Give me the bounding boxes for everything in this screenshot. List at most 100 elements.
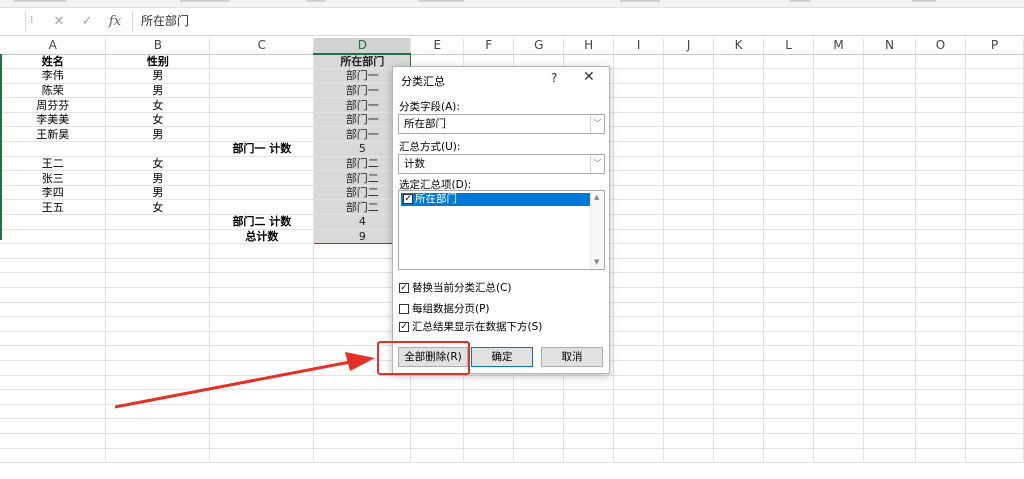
cell-b13[interactable] — [105, 229, 211, 245]
cell-i18[interactable] — [613, 302, 665, 318]
group-by-select[interactable]: 所在部门 ﹀ — [398, 114, 605, 134]
cell-c12[interactable]: 部门二 计数 — [209, 214, 315, 230]
list-item[interactable]: ✓ 所在部门 — [401, 193, 590, 206]
cell-a6[interactable]: 王新昊 — [0, 126, 107, 143]
cell-p7[interactable] — [965, 141, 1024, 157]
cell-o7[interactable] — [915, 141, 966, 157]
cell-m6[interactable] — [813, 126, 865, 143]
cell-b6[interactable]: 男 — [105, 126, 211, 143]
cell-l6[interactable] — [763, 126, 815, 143]
cell-h23[interactable] — [563, 375, 615, 391]
cell-m5[interactable] — [813, 112, 865, 128]
column-header-a[interactable]: A — [0, 38, 107, 55]
cell-n7[interactable] — [863, 141, 916, 157]
cell-b8[interactable]: 女 — [105, 156, 211, 172]
cell-n8[interactable] — [863, 156, 916, 172]
cell-n16[interactable] — [863, 272, 916, 288]
cell-l14[interactable] — [763, 243, 815, 259]
cell-o15[interactable] — [915, 258, 966, 274]
cell-g23[interactable] — [513, 375, 565, 391]
cell-e28[interactable] — [410, 448, 465, 464]
cell-g26[interactable] — [513, 418, 565, 434]
cell-c26[interactable] — [209, 418, 315, 434]
cell-m9[interactable] — [813, 170, 865, 186]
cell-n5[interactable] — [863, 112, 916, 128]
cell-b15[interactable] — [105, 258, 211, 274]
cell-b24[interactable] — [105, 389, 211, 405]
cell-l16[interactable] — [763, 272, 815, 288]
cell-f27[interactable] — [463, 433, 515, 449]
cell-a18[interactable] — [0, 302, 107, 318]
cell-b18[interactable] — [105, 302, 211, 318]
cell-n1[interactable] — [863, 54, 916, 70]
cell-m23[interactable] — [813, 375, 865, 391]
cell-c13[interactable]: 总计数 — [209, 229, 315, 245]
cell-l24[interactable] — [763, 389, 815, 405]
cell-h27[interactable] — [563, 433, 615, 449]
cell-k18[interactable] — [713, 302, 765, 318]
cell-c16[interactable] — [209, 272, 315, 288]
cell-c5[interactable] — [209, 112, 315, 128]
cell-p12[interactable] — [965, 214, 1024, 230]
cell-o3[interactable] — [915, 83, 966, 99]
column-header-k[interactable]: K — [713, 38, 765, 55]
cell-a19[interactable] — [0, 316, 107, 332]
cell-l21[interactable] — [763, 345, 815, 361]
cell-h25[interactable] — [563, 404, 615, 420]
cell-l26[interactable] — [763, 418, 815, 434]
cell-n11[interactable] — [863, 199, 916, 216]
cell-n26[interactable] — [863, 418, 916, 434]
cell-e26[interactable] — [410, 418, 465, 434]
cell-p19[interactable] — [965, 316, 1024, 332]
cell-c1[interactable] — [209, 54, 315, 70]
cell-o9[interactable] — [915, 170, 966, 186]
cell-j12[interactable] — [663, 214, 715, 230]
cell-b21[interactable] — [105, 345, 211, 361]
cell-b19[interactable] — [105, 316, 211, 332]
cell-p22[interactable] — [965, 360, 1024, 376]
cell-a13[interactable] — [0, 229, 107, 245]
cell-k27[interactable] — [713, 433, 765, 449]
cell-i6[interactable] — [613, 126, 665, 143]
cell-j14[interactable] — [663, 243, 715, 259]
cell-g27[interactable] — [513, 433, 565, 449]
cell-a25[interactable] — [0, 404, 107, 420]
cell-j21[interactable] — [663, 345, 715, 361]
cell-b26[interactable] — [105, 418, 211, 434]
cell-j8[interactable] — [663, 156, 715, 172]
cell-l10[interactable] — [763, 185, 815, 201]
cell-p21[interactable] — [965, 345, 1024, 361]
insert-function-button[interactable]: fx — [106, 12, 124, 30]
cell-p5[interactable] — [965, 112, 1024, 128]
cell-n23[interactable] — [863, 375, 916, 391]
column-header-g[interactable]: G — [513, 38, 565, 55]
cell-i24[interactable] — [613, 389, 665, 405]
cell-c22[interactable] — [209, 360, 315, 376]
cell-l17[interactable] — [763, 287, 815, 303]
cell-k16[interactable] — [713, 272, 765, 288]
cell-n18[interactable] — [863, 302, 916, 318]
cell-i7[interactable] — [613, 141, 665, 157]
cell-c15[interactable] — [209, 258, 315, 274]
cell-o6[interactable] — [915, 126, 966, 143]
cell-i20[interactable] — [613, 331, 665, 347]
cell-c23[interactable] — [209, 375, 315, 391]
cell-i8[interactable] — [613, 156, 665, 172]
cell-d27[interactable] — [313, 433, 412, 449]
cell-p16[interactable] — [965, 272, 1024, 288]
chevron-down-icon[interactable]: ﹀ — [590, 115, 604, 133]
cell-p18[interactable] — [965, 302, 1024, 318]
cell-m26[interactable] — [813, 418, 865, 434]
cell-i27[interactable] — [613, 433, 665, 449]
cell-c17[interactable] — [209, 287, 315, 303]
cell-n28[interactable] — [863, 448, 916, 464]
cell-o11[interactable] — [915, 199, 966, 216]
cell-k4[interactable] — [713, 97, 765, 113]
column-header-h[interactable]: H — [563, 38, 615, 55]
function-select[interactable]: 计数 ﹀ — [398, 154, 605, 174]
column-header-c[interactable]: C — [209, 38, 315, 55]
cell-o24[interactable] — [915, 389, 966, 405]
cell-m22[interactable] — [813, 360, 865, 376]
cell-k24[interactable] — [713, 389, 765, 405]
cell-b4[interactable]: 女 — [105, 97, 211, 113]
